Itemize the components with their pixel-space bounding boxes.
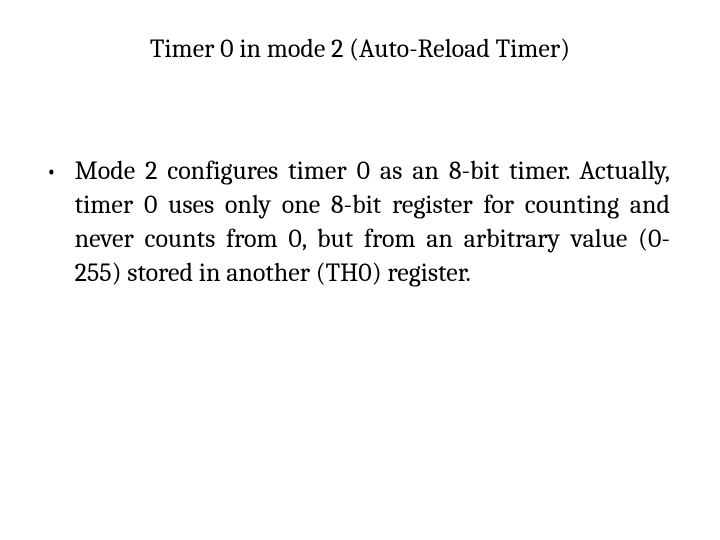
bullet-marker-icon: • — [46, 154, 57, 188]
bullet-text: Mode 2 configures timer 0 as an 8-bit ti… — [75, 154, 670, 290]
slide-body: • Mode 2 configures timer 0 as an 8-bit … — [44, 154, 670, 290]
bullet-item: • Mode 2 configures timer 0 as an 8-bit … — [44, 154, 670, 290]
slide-title: Timer 0 in mode 2 (Auto-Reload Timer) — [0, 34, 720, 65]
slide: Timer 0 in mode 2 (Auto-Reload Timer) • … — [0, 0, 720, 540]
